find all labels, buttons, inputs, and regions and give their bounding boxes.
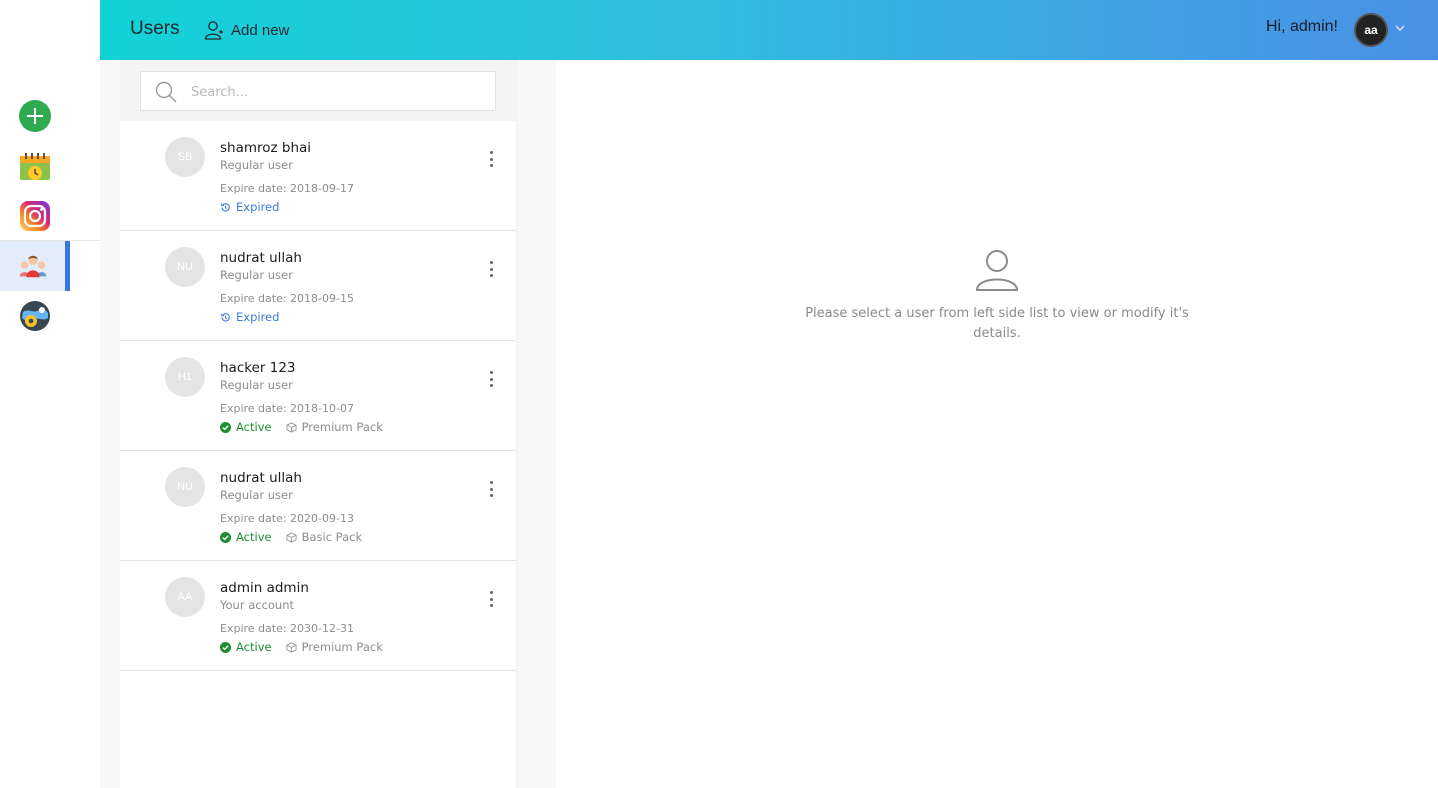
check-circle-icon: [220, 421, 231, 433]
search-input[interactable]: [191, 80, 481, 104]
user-pack-label: Premium Pack: [301, 420, 383, 434]
user-status-line: Expired: [220, 200, 279, 214]
sidebar-item-instagram[interactable]: [0, 191, 70, 241]
user-list-item[interactable]: NU nudrat ullah Regular user Expire date…: [120, 451, 516, 561]
detail-pane: Please select a user from left side list…: [556, 60, 1438, 788]
user-role: Regular user: [220, 488, 293, 502]
top-header: Users Add new Hi, admin! aa: [100, 0, 1438, 60]
sidebar-item-settings[interactable]: [0, 291, 70, 341]
more-options-icon[interactable]: [484, 261, 498, 277]
status-label: Expired: [236, 310, 280, 324]
package-icon: [286, 641, 297, 653]
status-label: Active: [236, 640, 272, 654]
user-pack-label: Basic Pack: [301, 530, 363, 544]
empty-state-message: Please select a user from left side list…: [805, 306, 1189, 341]
user-name: nudrat ullah: [220, 470, 302, 486]
user-list-item[interactable]: NU nudrat ullah Regular user Expire date…: [120, 231, 516, 341]
history-icon: [220, 312, 230, 322]
add-user-icon: [204, 21, 223, 40]
user-expire-date: Expire date: 2018-09-15: [220, 292, 354, 305]
sidebar-item-schedule[interactable]: [0, 141, 70, 191]
users-group-icon: [19, 255, 46, 278]
user-expire-date: Expire date: 2018-10-07: [220, 402, 354, 415]
search-icon: [155, 81, 177, 103]
user-role: Regular user: [220, 268, 293, 282]
calendar-clock-icon: [20, 153, 50, 180]
avatar: AA: [165, 577, 205, 617]
chevron-down-icon[interactable]: [1394, 22, 1406, 34]
user-pack: Basic Pack: [286, 530, 363, 544]
history-icon: [220, 202, 230, 212]
add-circle-icon: [19, 100, 51, 132]
package-icon: [286, 531, 297, 543]
package-icon: [286, 421, 297, 433]
user-role: Your account: [220, 598, 295, 612]
settings-globe-icon: [20, 301, 50, 331]
status-label: Active: [236, 530, 272, 544]
sidebar: [0, 0, 100, 788]
avatar: H1: [165, 357, 205, 397]
avatar: NU: [165, 467, 205, 507]
user-name: hacker 123: [220, 360, 296, 376]
more-options-icon[interactable]: [484, 481, 498, 497]
sidebar-item-add[interactable]: [0, 91, 70, 141]
user-expire-date: Expire date: 2020-09-13: [220, 512, 354, 525]
user-role: Regular user: [220, 158, 293, 172]
user-pack: Premium Pack: [286, 420, 383, 434]
add-new-button[interactable]: Add new: [204, 18, 289, 42]
page-title: Users: [130, 18, 180, 39]
status-label: Active: [236, 420, 272, 434]
more-options-icon[interactable]: [484, 591, 498, 607]
more-options-icon[interactable]: [484, 151, 498, 167]
user-role: Regular user: [220, 378, 293, 392]
status-label: Expired: [236, 200, 280, 214]
search-box: [140, 71, 496, 111]
user-placeholder-icon: [975, 250, 1019, 291]
user-avatar[interactable]: aa: [1354, 13, 1388, 47]
greeting-text: Hi, admin!: [1265, 18, 1338, 35]
status-badge: Active: [220, 420, 272, 434]
status-badge: Active: [220, 530, 272, 544]
user-status-line: Active Premium Pack: [220, 640, 383, 654]
user-status-line: Active Premium Pack: [220, 420, 383, 434]
user-pack: Premium Pack: [286, 640, 383, 654]
avatar: NU: [165, 247, 205, 287]
user-name: shamroz bhai: [220, 140, 312, 156]
user-pack-label: Premium Pack: [301, 640, 383, 654]
instagram-icon: [20, 201, 50, 231]
status-badge: Active: [220, 640, 272, 654]
user-name: admin admin: [220, 580, 309, 596]
user-expire-date: Expire date: 2018-09-17: [220, 182, 354, 195]
user-list-panel: SB shamroz bhai Regular user Expire date…: [120, 60, 516, 788]
more-options-icon[interactable]: [484, 371, 498, 387]
search-bar: [120, 60, 516, 121]
user-name: nudrat ullah: [220, 250, 302, 266]
user-list-item[interactable]: SB shamroz bhai Regular user Expire date…: [120, 121, 516, 231]
check-circle-icon: [220, 641, 231, 653]
sidebar-item-users[interactable]: [0, 241, 70, 291]
user-status-line: Active Basic Pack: [220, 530, 362, 544]
user-expire-date: Expire date: 2030-12-31: [220, 622, 354, 635]
user-list-item[interactable]: AA admin admin Your account Expire date:…: [120, 561, 516, 671]
user-list-item[interactable]: H1 hacker 123 Regular user Expire date: …: [120, 341, 516, 451]
status-badge: Expired: [220, 310, 279, 324]
add-new-label: Add new: [231, 21, 290, 39]
check-circle-icon: [220, 531, 231, 543]
avatar: SB: [165, 137, 205, 177]
status-badge: Expired: [220, 200, 279, 214]
user-status-line: Expired: [220, 310, 279, 324]
